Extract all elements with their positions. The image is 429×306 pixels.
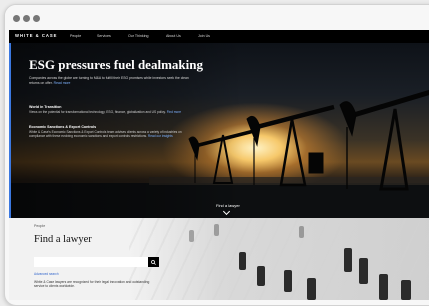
maximize-dot-icon[interactable] [33,15,40,22]
find-lawyer-description: White & Case lawyers are recognized for … [34,280,150,289]
search-button[interactable] [148,257,159,267]
nav-item-join-us[interactable]: Join Us [198,34,210,38]
page-viewport: WHITE & CASE People Services Our Thinkin… [9,30,429,300]
nav-item-our-thinking[interactable]: Our Thinking [128,34,149,38]
site-logo[interactable]: WHITE & CASE [15,33,57,38]
close-dot-icon[interactable] [13,15,20,22]
section-heading-world: World in Transition [29,105,62,109]
section-heading-sanctions: Economic Sanctions & Export Controls [29,125,97,129]
nav-item-about-us[interactable]: About Us [166,34,181,38]
section-eyebrow: People [34,224,46,228]
find-lawyer-title: Find a lawyer [34,234,92,245]
section-body-world: Views on the potential for transformatio… [29,110,166,114]
section-link-world[interactable]: Find more [167,110,181,114]
nav-item-people[interactable]: People [70,34,81,38]
minimize-dot-icon[interactable] [23,15,30,22]
crowd-image [129,218,429,300]
accent-edge [9,43,11,218]
browser-window: WHITE & CASE People Services Our Thinkin… [4,4,429,306]
section-text-sanctions: White & Case's Economic Sanctions & Expo… [29,130,189,138]
advanced-search-link[interactable]: Advanced search [34,272,59,276]
hero-intro: Companies across the globe are turning t… [29,76,189,85]
top-nav: WHITE & CASE People Services Our Thinkin… [9,30,429,43]
hero-title: ESG pressures fuel dealmaking [29,57,203,72]
nav-item-services[interactable]: Services [97,34,111,38]
lawyer-search-input[interactable] [34,257,150,267]
hero-banner: ESG pressures fuel dealmaking Companies … [9,43,429,218]
find-lawyer-section: People Find a lawyer Advanced search Whi… [9,218,429,300]
section-text-world: Views on the potential for transformatio… [29,110,189,114]
search-icon [151,259,156,265]
title-bar [5,5,429,29]
section-link-sanctions[interactable]: Read our insights [148,134,173,138]
find-lawyer-cta[interactable]: Find a lawyer [216,203,240,208]
hero-intro-link[interactable]: Read more [54,81,71,85]
